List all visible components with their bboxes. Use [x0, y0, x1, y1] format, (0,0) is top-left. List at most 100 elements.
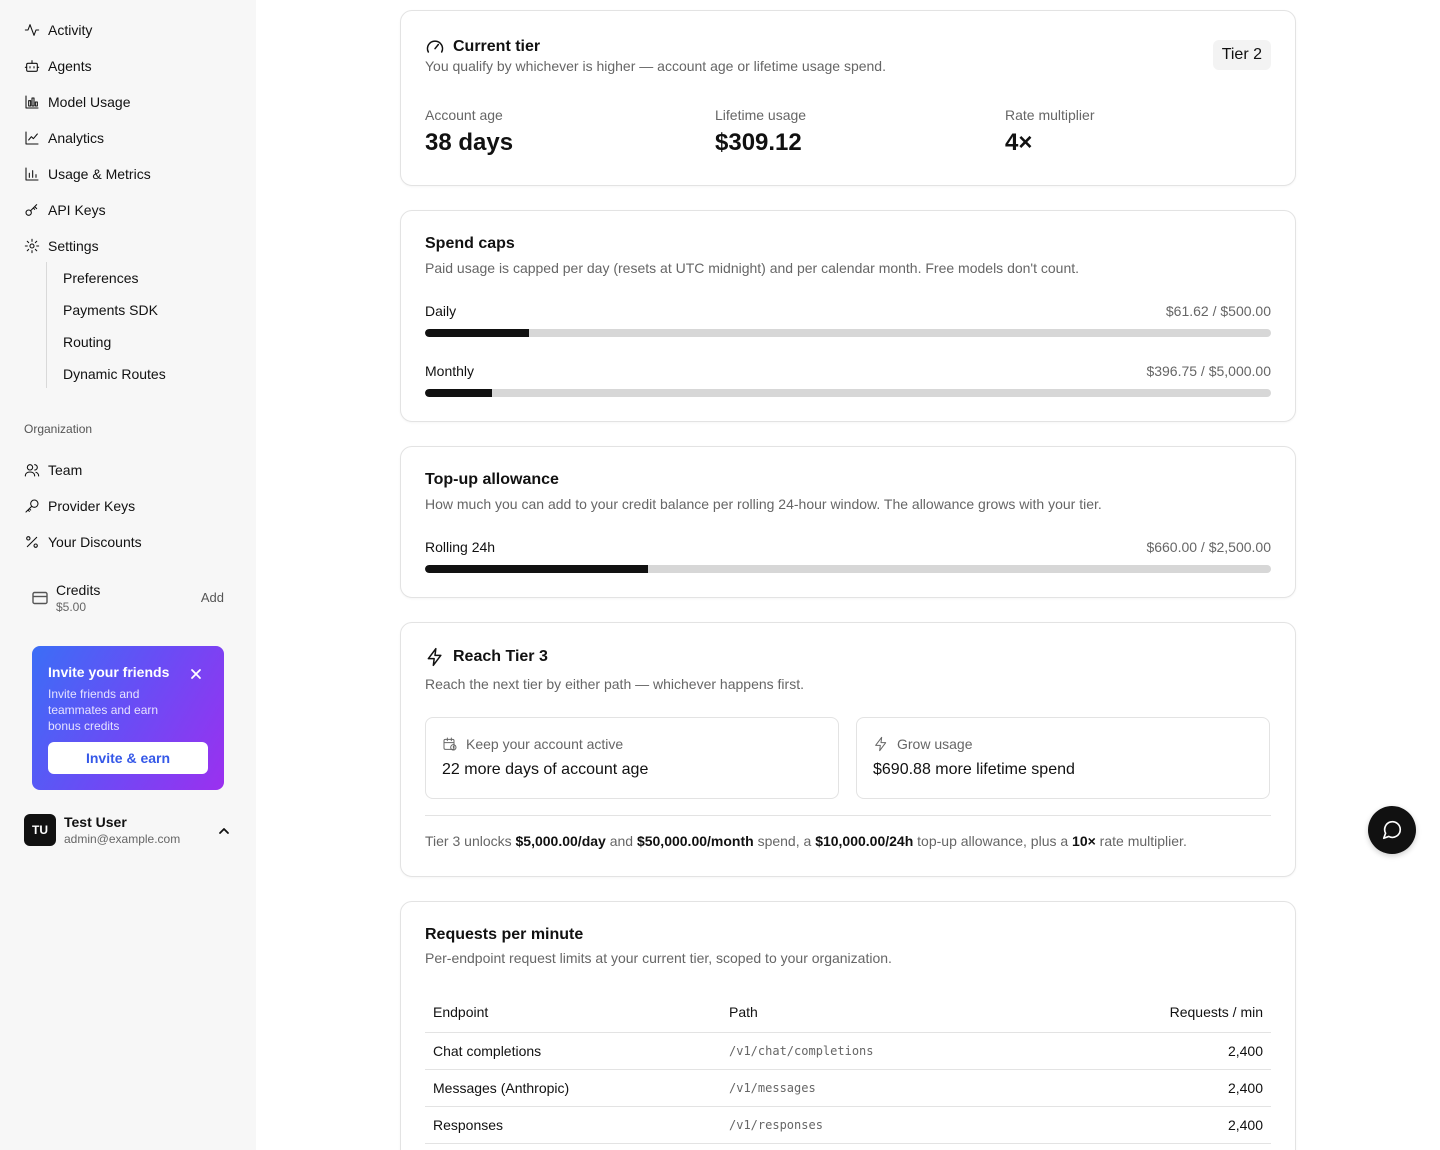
stat-value: $309.12: [715, 129, 802, 156]
chat-button[interactable]: [1368, 806, 1416, 854]
table-row: Messages (Anthropic) /v1/messages 2,400: [425, 1069, 1271, 1107]
stat-account-age: Account age 38 days: [425, 107, 513, 157]
sidebar: Activity Agents Model Usage Analytics Us…: [0, 0, 256, 1150]
table-row: Chat completions /v1/chat/completions 2,…: [425, 1032, 1271, 1070]
cap-label: Monthly: [425, 363, 475, 379]
nav-provider-keys[interactable]: Provider Keys: [24, 494, 135, 518]
settings-sub-divider: [46, 262, 47, 388]
nav-api-keys[interactable]: API Keys: [24, 198, 106, 222]
tier-badge: Tier 2: [1212, 40, 1271, 70]
invite-description: Invite friends and teammates and earn bo…: [48, 687, 159, 733]
path-head-text: Keep your account active: [466, 736, 624, 752]
user-menu[interactable]: TU Test User admin@example.com: [24, 814, 232, 848]
nav-label: Your Discounts: [48, 534, 142, 550]
stat-value: 38 days: [425, 129, 514, 156]
table-header-row: Endpoint Path Requests / min: [425, 992, 1271, 1033]
cap-label: Rolling 24h: [425, 539, 496, 555]
rpm-description: Per-endpoint request limits at your curr…: [425, 950, 892, 966]
percent-icon: [26, 536, 38, 548]
unlock-multiplier: 10×: [1072, 833, 1096, 849]
avatar: TU: [24, 814, 56, 846]
add-credits-button[interactable]: Add: [201, 590, 224, 605]
gauge-icon: [426, 40, 444, 53]
invite-title: Invite your friends: [48, 664, 170, 680]
monthly-cap-row: Monthly $396.75 / $5,000.00: [425, 363, 1271, 399]
stat-label: Lifetime usage: [715, 107, 807, 123]
stat-label: Account age: [425, 107, 503, 123]
stat-label: Rate multiplier: [1005, 107, 1095, 123]
reach-tier-title: Reach Tier 3: [425, 647, 548, 667]
close-icon[interactable]: [190, 667, 202, 679]
nav-dynamic-routes[interactable]: Dynamic Routes: [63, 364, 166, 384]
credits-row: Credits $5.00 Add: [32, 582, 224, 614]
key-round-icon: [25, 499, 39, 513]
nav-usage-metrics[interactable]: Usage & Metrics: [24, 162, 151, 186]
nav-label: Settings: [48, 238, 99, 254]
credits-label: Credits: [56, 582, 101, 598]
column-header-path: Path: [721, 992, 1021, 1033]
activity-icon: [24, 24, 40, 36]
progress-fill: [425, 389, 493, 397]
cap-amount: $660.00 / $2,500.00: [1146, 539, 1271, 555]
current-tier-description: You qualify by whichever is higher — acc…: [425, 58, 886, 74]
nav-preferences[interactable]: Preferences: [63, 268, 138, 288]
card-title-text: Current tier: [453, 38, 541, 55]
nav-label: Team: [48, 462, 83, 478]
card-title-text: Reach Tier 3: [453, 648, 548, 665]
nav-agents[interactable]: Agents: [24, 54, 92, 78]
progress-track: [425, 329, 1271, 337]
path-body: $690.88 more lifetime spend: [873, 761, 1075, 778]
nav-routing[interactable]: Routing: [63, 332, 111, 352]
nav-label: Usage & Metrics: [48, 166, 151, 182]
nav-label: Analytics: [48, 130, 105, 146]
zap-icon: [875, 736, 887, 752]
nav-payments-sdk[interactable]: Payments SDK: [63, 300, 158, 320]
progress-fill: [425, 329, 530, 337]
unlock-text: top-up allowance, plus a: [913, 833, 1073, 849]
table-row: Responses /v1/responses 2,400: [425, 1106, 1271, 1144]
credit-card-icon: [32, 591, 48, 605]
nav-team[interactable]: Team: [24, 458, 82, 482]
path-cell: /v1/chat/completions: [721, 1032, 1021, 1070]
invite-earn-button[interactable]: Invite & earn: [48, 742, 208, 774]
nav-analytics[interactable]: Analytics: [24, 126, 104, 150]
bar-chart-icon: [25, 95, 39, 109]
topup-description: How much you can add to your credit bala…: [425, 496, 1102, 512]
cap-label: Daily: [425, 303, 457, 319]
tier-unlock-summary: Tier 3 unlocks $5,000.00/day and $50,000…: [425, 833, 1187, 849]
chevron-up-icon[interactable]: [218, 824, 230, 836]
nav-activity[interactable]: Activity: [24, 18, 92, 42]
users-icon: [24, 464, 40, 477]
key-icon: [25, 204, 38, 216]
current-tier-title: Current tier: [425, 37, 540, 57]
unlock-daily: $5,000.00/day: [515, 833, 606, 849]
current-tier-card: Current tier You qualify by whichever is…: [400, 10, 1296, 186]
rpm-table: Endpoint Path Requests / min Chat comple…: [425, 992, 1271, 1144]
path-cell: /v1/responses: [721, 1106, 1021, 1144]
path-account-age: Keep your account active 22 more days of…: [425, 717, 839, 799]
spend-caps-title: Spend caps: [425, 235, 515, 252]
unlock-text: Tier 3 unlocks: [425, 833, 516, 849]
rolling-24h-row: Rolling 24h $660.00 / $2,500.00: [425, 539, 1271, 575]
nav-model-usage[interactable]: Model Usage: [24, 90, 131, 114]
stat-value: 4×: [1005, 129, 1033, 156]
endpoint-cell: Messages (Anthropic): [425, 1069, 721, 1107]
stat-lifetime-usage: Lifetime usage $309.12: [715, 107, 806, 157]
rpm-cell: 2,400: [1021, 1032, 1271, 1070]
progress-track: [425, 565, 1271, 573]
nav-your-discounts[interactable]: Your Discounts: [24, 530, 142, 554]
path-cell: /v1/messages: [721, 1069, 1021, 1107]
credits-amount: $5.00: [56, 600, 87, 614]
daily-cap-row: Daily $61.62 / $500.00: [425, 303, 1271, 339]
topup-title: Top-up allowance: [425, 471, 559, 488]
nav-settings[interactable]: Settings: [24, 234, 99, 258]
nav-label: API Keys: [48, 202, 106, 218]
progress-fill: [425, 565, 649, 573]
unlock-text: and: [605, 833, 637, 849]
gear-icon: [24, 238, 40, 254]
rpm-title: Requests per minute: [425, 926, 584, 943]
path-head-text: Grow usage: [897, 736, 973, 752]
rpm-card: Requests per minute Per-endpoint request…: [400, 901, 1296, 1150]
column-header-endpoint: Endpoint: [425, 992, 721, 1033]
path-grow-usage: Grow usage $690.88 more lifetime spend: [856, 717, 1270, 799]
